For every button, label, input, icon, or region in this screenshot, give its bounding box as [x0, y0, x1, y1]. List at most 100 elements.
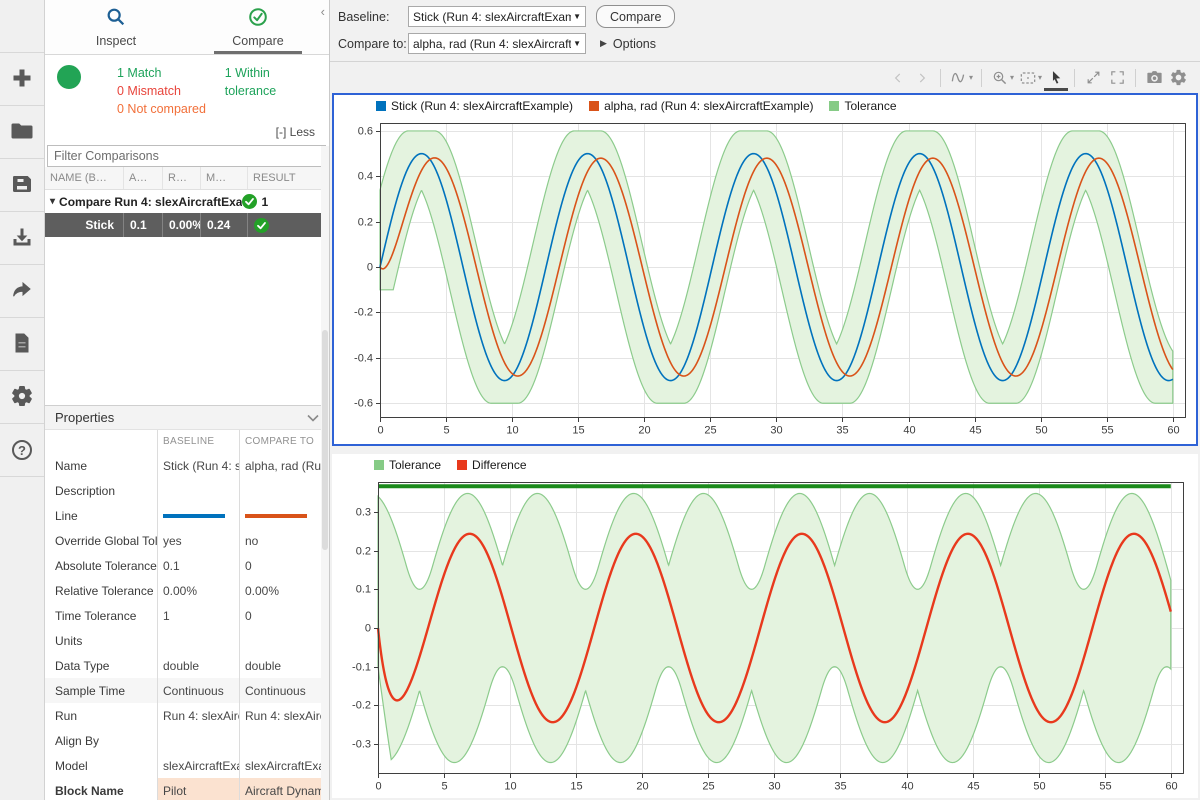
- property-row-model: ModelslexAircraftExaslexAircraftExa: [45, 753, 329, 778]
- nav-forward-button[interactable]: [910, 66, 934, 90]
- property-row-relative-tolerance: Relative Tolerance0.00%0.00%: [45, 578, 329, 603]
- open-button[interactable]: [0, 106, 44, 159]
- line-swatch: [245, 514, 307, 518]
- toolbar-separator: [1074, 69, 1075, 87]
- legend-swatch: [589, 101, 599, 111]
- col-abs-tolerance[interactable]: A…: [123, 167, 162, 189]
- save-button[interactable]: [0, 159, 44, 212]
- compare-to-select[interactable]: alpha, rad (Run 4: slexAircraftExa ▼: [408, 33, 586, 54]
- property-row-align-by: Align By: [45, 728, 329, 753]
- preferences-button[interactable]: [0, 371, 44, 424]
- collapse-panel-icon[interactable]: ‹: [321, 4, 325, 19]
- tab-inspect[interactable]: Inspect: [45, 0, 187, 54]
- fit-to-view-button[interactable]: [1016, 66, 1040, 90]
- scrollbar-thumb[interactable]: [322, 330, 328, 550]
- property-value-baseline[interactable]: Run 4: slexAirc: [157, 703, 239, 728]
- property-value-compare_to[interactable]: [239, 728, 329, 753]
- report-button[interactable]: [0, 318, 44, 371]
- compare-topbar: Baseline: Stick (Run 4: slexAircraftExam…: [330, 0, 1200, 62]
- property-value-compare_to[interactable]: 0: [239, 603, 329, 628]
- property-value-baseline[interactable]: 0.1: [157, 553, 239, 578]
- zoom-in-button[interactable]: [988, 66, 1012, 90]
- simulation-data-inspector: ? ‹ Inspect Compare 1 Match 0 Mismatch 0…: [0, 0, 1200, 800]
- property-value-baseline[interactable]: Pilot: [157, 778, 239, 800]
- panel-scrollbar[interactable]: [321, 146, 329, 800]
- table-row-stick[interactable]: Stick 0.1 0.00% 0.24: [45, 213, 329, 237]
- comparison-group-row[interactable]: ▾ Compare Run 4: slexAircraftExa 1: [45, 190, 329, 213]
- signal-name: Stick: [45, 213, 123, 237]
- tab-compare[interactable]: Compare: [187, 0, 329, 54]
- fullscreen-button[interactable]: [1105, 66, 1129, 90]
- expander-icon[interactable]: ▾: [50, 196, 55, 207]
- comparison-chart[interactable]: [336, 117, 1194, 442]
- expand-button[interactable]: [1081, 66, 1105, 90]
- property-value-compare_to[interactable]: Continuous: [239, 678, 329, 703]
- plot-toolbar: ▾ ▾ ▾: [330, 62, 1200, 93]
- property-value-compare_to[interactable]: 0.00%: [239, 578, 329, 603]
- property-value-compare_to[interactable]: 0: [239, 553, 329, 578]
- toolbar-separator: [940, 69, 941, 87]
- help-button[interactable]: ?: [0, 424, 44, 477]
- property-value-baseline[interactable]: Stick (Run 4: sl: [157, 453, 239, 478]
- col-max-difference[interactable]: M…: [200, 167, 247, 189]
- panel-tabs: Inspect Compare: [45, 0, 329, 55]
- new-button[interactable]: [0, 53, 44, 106]
- property-value-compare_to[interactable]: double: [239, 653, 329, 678]
- save-icon: [10, 172, 34, 199]
- property-value-baseline[interactable]: double: [157, 653, 239, 678]
- property-row-override-global-tole: Override Global Toleyesno: [45, 528, 329, 553]
- col-result[interactable]: RESULT: [247, 167, 329, 189]
- not-compared-count: 0 Not compared: [117, 100, 225, 118]
- properties-column-header: BASELINE COMPARE TO: [45, 430, 329, 453]
- legend-item: Tolerance: [374, 458, 441, 472]
- property-value-compare_to[interactable]: [239, 503, 329, 528]
- dropdown-caret-icon[interactable]: ▾: [1010, 73, 1014, 82]
- difference-chart[interactable]: [334, 476, 1192, 798]
- nav-back-button[interactable]: [886, 66, 910, 90]
- properties-header[interactable]: Properties: [45, 405, 329, 430]
- property-value-baseline[interactable]: [157, 503, 239, 528]
- property-value-baseline[interactable]: [157, 478, 239, 503]
- folder-icon: [10, 119, 34, 146]
- import-icon: [10, 225, 34, 252]
- import-button[interactable]: [0, 212, 44, 265]
- property-value-compare_to[interactable]: Aircraft Dynam: [239, 778, 329, 800]
- chevron-down-icon[interactable]: [307, 414, 319, 422]
- export-icon: [10, 278, 34, 305]
- property-value-compare_to[interactable]: slexAircraftExa: [239, 753, 329, 778]
- property-value-compare_to[interactable]: [239, 478, 329, 503]
- property-value-compare_to[interactable]: [239, 628, 329, 653]
- inspect-icon: [105, 6, 127, 31]
- dropdown-arrow-icon: ▼: [573, 39, 581, 48]
- col-rel-tolerance[interactable]: R…: [162, 167, 200, 189]
- export-button[interactable]: [0, 265, 44, 318]
- dropdown-caret-icon[interactable]: ▾: [969, 73, 973, 82]
- property-value-baseline[interactable]: slexAircraftExa: [157, 753, 239, 778]
- plot-settings-button[interactable]: [1166, 66, 1190, 90]
- signal-trace-button[interactable]: [947, 66, 971, 90]
- property-value-baseline[interactable]: yes: [157, 528, 239, 553]
- col-name[interactable]: NAME (B…: [45, 167, 123, 189]
- property-value-baseline[interactable]: Continuous: [157, 678, 239, 703]
- compare-button[interactable]: Compare: [596, 5, 675, 28]
- property-row-name: NameStick (Run 4: slalpha, rad (Run: [45, 453, 329, 478]
- legend-swatch: [457, 460, 467, 470]
- property-value-baseline[interactable]: [157, 728, 239, 753]
- property-value-baseline[interactable]: [157, 628, 239, 653]
- property-label: Relative Tolerance: [45, 578, 157, 603]
- dropdown-caret-icon[interactable]: ▾: [1038, 73, 1042, 82]
- property-value-baseline[interactable]: 0.00%: [157, 578, 239, 603]
- filter-comparisons-input[interactable]: [47, 145, 326, 167]
- pointer-tool-button[interactable]: [1044, 64, 1068, 91]
- property-value-compare_to[interactable]: Run 4: slexAirc: [239, 703, 329, 728]
- baseline-select[interactable]: Stick (Run 4: slexAircraftExample) ▼: [408, 6, 586, 27]
- mismatch-count: 0 Mismatch: [117, 82, 225, 100]
- property-row-line: Line: [45, 503, 329, 528]
- property-value-baseline[interactable]: 1: [157, 603, 239, 628]
- property-value-compare_to[interactable]: no: [239, 528, 329, 553]
- snapshot-camera-button[interactable]: [1142, 66, 1166, 90]
- property-value-compare_to[interactable]: alpha, rad (Run: [239, 453, 329, 478]
- legend-swatch: [376, 101, 386, 111]
- options-toggle[interactable]: ▶ Options: [600, 37, 656, 51]
- less-link[interactable]: [-] Less: [276, 125, 315, 139]
